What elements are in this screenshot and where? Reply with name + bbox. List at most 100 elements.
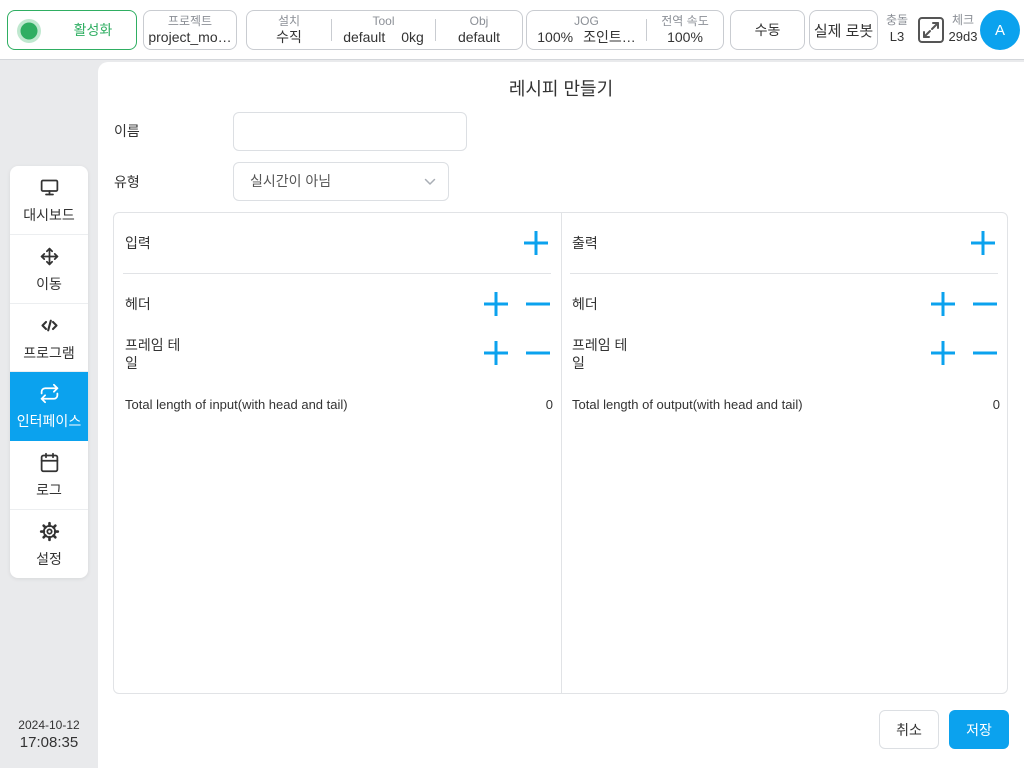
check-status[interactable]: 체크 29d3: [946, 13, 980, 45]
jog-mode: 조인트…: [583, 29, 636, 45]
collision-label: 충돌: [885, 13, 909, 27]
install-tool-obj-panel[interactable]: 설치 수직 Tool default 0kg Obj default: [246, 10, 523, 50]
sidebar-item-dashboard[interactable]: 대시보드: [10, 166, 88, 235]
jog-label: JOG: [574, 14, 599, 28]
output-column: 출력 헤더 프레임 테일 Total length of output(with…: [561, 213, 1007, 693]
add-input-header-button[interactable]: [483, 291, 509, 317]
input-frame-tail-label: 프레임 테일: [125, 337, 181, 371]
sidebar-item-label: 프로그램: [23, 344, 75, 361]
calendar-icon: [40, 453, 58, 473]
obj-section[interactable]: Obj default: [436, 11, 522, 49]
sidebar-item-settings[interactable]: 설정: [10, 510, 88, 578]
obj-value: default: [457, 29, 501, 45]
obj-label: Obj: [469, 14, 489, 28]
section-divider: [570, 273, 998, 274]
plus-icon: [931, 341, 955, 365]
collision-level[interactable]: 충돌 L3: [880, 13, 914, 45]
plus-icon: [484, 341, 508, 365]
install-label: 설치: [277, 14, 301, 28]
tool-weight: 0kg: [401, 29, 424, 45]
sidebar-item-interface[interactable]: 인터페이스: [10, 372, 88, 442]
sidebar-item-label: 대시보드: [23, 206, 75, 223]
gear-icon: [39, 521, 59, 542]
monitor-icon: [40, 179, 58, 196]
check-label: 체크: [951, 13, 975, 27]
collision-value: L3: [889, 29, 905, 44]
remove-input-frame-tail-button[interactable]: [525, 340, 551, 366]
global-speed-label: 전역 속도: [661, 14, 709, 28]
add-output-button[interactable]: [970, 230, 996, 256]
input-header-label: 헤더: [125, 296, 151, 312]
section-divider: [123, 273, 551, 274]
plus-icon: [931, 292, 955, 316]
minus-icon: [973, 351, 997, 355]
sidebar-item-label: 설정: [36, 551, 62, 568]
sidebar-item-log[interactable]: 로그: [10, 441, 88, 511]
add-output-frame-tail-button[interactable]: [930, 340, 956, 366]
check-value: 29d3: [948, 29, 978, 44]
top-bar: 활성화 프로젝트 project_mo… 설치 수직 Tool default …: [0, 0, 1024, 60]
type-select-value: 실시간이 아님: [250, 173, 332, 189]
sidebar-item-move[interactable]: 이동: [10, 235, 88, 304]
add-output-header-button[interactable]: [930, 291, 956, 317]
plus-icon: [971, 231, 995, 255]
jog-speed: 100%: [537, 29, 574, 45]
tool-section[interactable]: Tool default 0kg: [332, 11, 435, 49]
minus-icon: [526, 351, 550, 355]
global-speed-section[interactable]: 전역 속도 100%: [647, 11, 723, 49]
output-total-length-value: 0: [992, 397, 1000, 412]
output-section-title: 출력: [572, 235, 598, 251]
add-input-frame-tail-button[interactable]: [483, 340, 509, 366]
minus-icon: [526, 302, 550, 306]
type-field-label: 유형: [114, 174, 140, 190]
install-section[interactable]: 설치 수직: [247, 11, 331, 49]
clock: 2024-10-12 17:08:35: [0, 718, 98, 752]
project-value: project_mo…: [148, 29, 232, 45]
input-total-length-value: 0: [545, 397, 553, 412]
activate-button[interactable]: 활성화: [7, 10, 137, 50]
type-select[interactable]: 실시간이 아님: [233, 162, 449, 201]
add-input-button[interactable]: [523, 230, 549, 256]
tool-label: Tool: [372, 14, 395, 28]
output-frame-tail-label: 프레임 테일: [572, 337, 628, 371]
expand-button[interactable]: [917, 16, 945, 44]
remove-output-header-button[interactable]: [972, 291, 998, 317]
sidebar-item-program[interactable]: 프로그램: [10, 304, 88, 373]
user-avatar[interactable]: A: [980, 10, 1020, 50]
clock-date: 2024-10-12: [18, 718, 80, 732]
input-total-length-label: Total length of input(with head and tail…: [125, 397, 348, 412]
sidebar-item-label: 이동: [36, 275, 62, 292]
name-input[interactable]: [233, 112, 467, 151]
save-button[interactable]: 저장: [949, 710, 1009, 749]
plus-icon: [484, 292, 508, 316]
sidebar-item-label: 로그: [36, 482, 62, 499]
output-total-length-label: Total length of output(with head and tai…: [572, 397, 803, 412]
project-selector[interactable]: 프로젝트 project_mo…: [143, 10, 237, 50]
name-field-label: 이름: [114, 123, 140, 139]
real-robot-button[interactable]: 실제 로봇: [809, 10, 878, 50]
activate-label: 활성화: [73, 22, 113, 38]
input-section-title: 입력: [125, 235, 151, 251]
manual-mode-button[interactable]: 수동: [730, 10, 805, 50]
remove-input-header-button[interactable]: [525, 291, 551, 317]
minus-icon: [973, 302, 997, 306]
jog-speed-panel[interactable]: JOG 100% 조인트… 전역 속도 100%: [526, 10, 724, 50]
plus-icon: [524, 231, 548, 255]
expand-icon: [918, 17, 944, 43]
remove-output-frame-tail-button[interactable]: [972, 340, 998, 366]
tool-name: default: [343, 29, 386, 45]
status-dot-icon: [17, 19, 41, 43]
global-speed-value: 100%: [667, 29, 703, 45]
output-header-label: 헤더: [572, 296, 598, 312]
code-icon: [40, 319, 58, 331]
tool-value: default 0kg: [343, 29, 424, 46]
sidebar-item-label: 인터페이스: [16, 413, 82, 430]
page-title: 레시피 만들기: [508, 79, 614, 99]
move-icon: [40, 247, 58, 265]
install-value: 수직: [276, 29, 302, 45]
swap-icon: [40, 384, 58, 404]
input-column: 입력 헤더 프레임 테일 Total length of input(with …: [114, 213, 561, 693]
recipe-editor: 입력 헤더 프레임 테일 Total length of input(with …: [113, 212, 1008, 694]
cancel-button[interactable]: 취소: [879, 710, 939, 749]
jog-section[interactable]: JOG 100% 조인트…: [527, 11, 646, 49]
